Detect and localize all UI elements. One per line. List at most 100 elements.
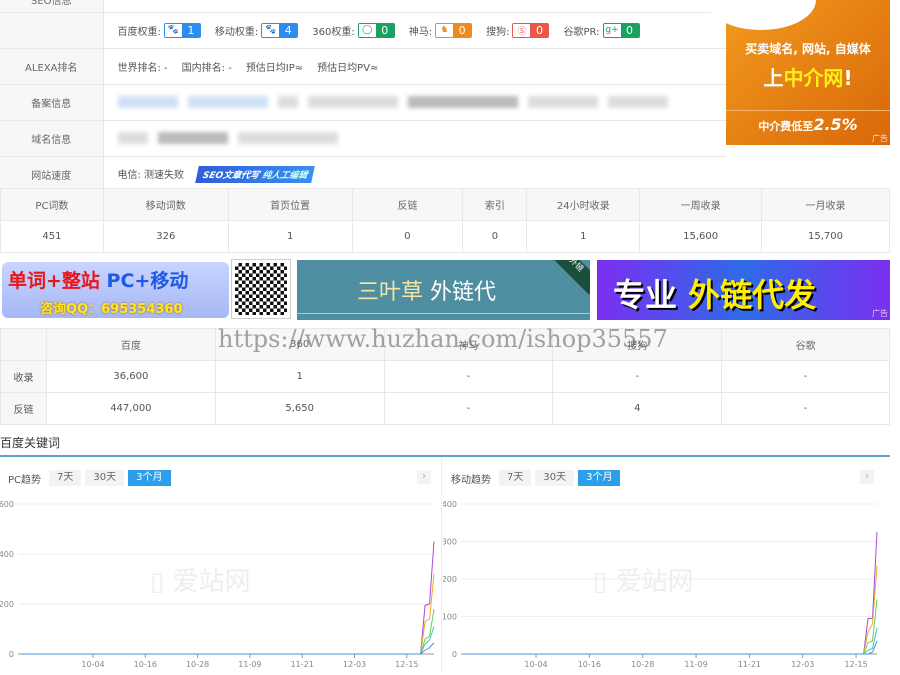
banner-clover-links[interactable]: 三叶草 外链代 外链: [297, 260, 590, 320]
tab-range[interactable]: 7天: [49, 470, 82, 486]
stats-value: 15,600: [639, 220, 763, 253]
x-tick-label: 11-21: [291, 660, 314, 669]
domain-label: 域名信息: [0, 120, 104, 157]
ad-text: SEO文章代写: [201, 170, 261, 181]
beian-label: 备案信息: [0, 84, 104, 121]
stats-value: 1: [227, 220, 353, 253]
tab-range[interactable]: 3个月: [578, 470, 621, 486]
x-tick-label: 12-03: [791, 660, 814, 669]
series-line: [465, 640, 878, 655]
x-tick-label: 11-09: [238, 660, 261, 669]
table-row: 反链 447,000 5,650-4-: [0, 392, 890, 425]
t: !: [843, 66, 853, 90]
banner-words-site[interactable]: 单词+整站 PC+移动 咨询QQ：695354360: [0, 260, 231, 320]
alexa-row: 世界排名: - 国内排名: - 预估日均IP≈ 预估日均PV≈: [103, 48, 726, 85]
x-tick-label: 12-03: [343, 660, 366, 669]
google-plus-icon: g+: [603, 23, 621, 37]
seo-writing-ad[interactable]: SEO文章代写 纯人工编辑: [195, 165, 316, 183]
right-ad-banner[interactable]: 买卖域名, 网站, 自媒体 上中介网! 中介费低至2.5% 广告: [706, 0, 890, 145]
weight-value: 0: [453, 23, 472, 37]
stats-value: 15,700: [761, 220, 890, 253]
tab-range[interactable]: 3个月: [128, 470, 171, 486]
360-icon: ◯: [358, 23, 376, 37]
tab-range[interactable]: 30天: [535, 470, 575, 486]
weight-label: 搜狗:: [486, 26, 510, 38]
sogou-icon: Ⓢ: [513, 23, 531, 37]
y-tick-label: 600: [0, 500, 14, 509]
y-tick-label: 300: [443, 538, 457, 547]
stats-header: 反链: [351, 188, 464, 221]
weight-item[interactable]: 360权重: ◯ 0: [312, 22, 395, 38]
weight-item[interactable]: 谷歌PR: g+ 0: [563, 22, 640, 38]
chevron-right-icon[interactable]: ›: [860, 470, 874, 484]
x-tick-label: 10-16: [578, 660, 601, 669]
y-tick-label: 400: [443, 500, 457, 509]
tab-range[interactable]: 30天: [85, 470, 125, 486]
b3-text: 专业 外链代发: [613, 270, 816, 316]
weight-label: 神马:: [408, 26, 433, 38]
stats-header: PC词数: [0, 188, 104, 221]
x-tick-label: 12-15: [395, 660, 418, 669]
x-tick-label: 11-21: [738, 660, 761, 669]
engine-cell: -: [721, 360, 890, 393]
engine-header: [0, 328, 47, 361]
weight-item[interactable]: 移动权重: 🐾 4: [215, 22, 299, 38]
chevron-right-icon[interactable]: ›: [417, 470, 431, 484]
speed-value: 电信: 测速失败: [117, 169, 185, 181]
b2-text: 三叶草 外链代: [357, 274, 496, 306]
x-tick-label: 10-04: [81, 660, 104, 669]
weight-value: 0: [375, 23, 394, 37]
engine-cell: 反链: [0, 392, 47, 425]
banner-pro-links[interactable]: 专业 外链代发 广告: [597, 260, 890, 320]
x-tick-label: 12-15: [844, 660, 867, 669]
engine-cell: 4: [552, 392, 723, 425]
t: 外链代: [430, 280, 497, 305]
t: 上: [763, 66, 784, 90]
trend-chart: ▯ 爱站网 0 200 400 600 10-04 10-16 10-28 11-09 11-21…: [0, 500, 435, 669]
engine-cell: -: [721, 392, 890, 425]
domain-blurred: [103, 120, 726, 157]
x-tick-label: 11-09: [684, 660, 707, 669]
weight-value: 0: [620, 23, 639, 37]
t: PC+移动: [106, 270, 189, 292]
engine-table: 百度 360 神马 搜狗 谷歌 收录 36,600 1- - - 反链 447,000 5,650-4-: [0, 328, 890, 425]
x-tick-label: 10-28: [631, 660, 654, 669]
ad-tag: 广告: [872, 134, 888, 143]
qr-code: [231, 259, 291, 319]
speed-label: 网站速度: [0, 156, 104, 193]
chart-title: 移动趋势: [451, 474, 491, 486]
engine-header: 百度: [45, 328, 216, 361]
weight-value: 1: [181, 23, 200, 37]
series-line: [22, 642, 435, 655]
weight-label: 百度权重:: [117, 26, 161, 38]
stats-value: 0: [462, 220, 528, 253]
b1-line1: 单词+整站 PC+移动: [8, 266, 188, 293]
t: 2.5%: [813, 115, 858, 134]
stats-header: 索引: [462, 188, 528, 221]
section-title: 百度关键词: [0, 436, 61, 450]
stats-value: 1: [526, 220, 641, 253]
chart-tabs: 移动趋势 7天 30天 3个月: [451, 470, 621, 486]
stats-value: 326: [102, 220, 229, 253]
t: 专业: [613, 276, 678, 314]
weights-row: 百度权重: 🐾 1 移动权重: 🐾 4 360权重: ◯ 0 神马: ♞ 0 搜狗: Ⓢ 0 谷歌PR: g+ 0: [103, 12, 726, 49]
weight-item[interactable]: 神马: ♞ 0: [408, 22, 473, 38]
weight-item[interactable]: 搜狗: Ⓢ 0: [486, 22, 550, 38]
y-tick-label: 200: [0, 600, 14, 609]
est-pv: 预估日均PV≈: [317, 62, 379, 74]
weight-label: 360权重:: [312, 26, 355, 38]
engine-cell: 447,000: [45, 392, 216, 425]
chart-title: PC趋势: [8, 474, 42, 486]
b2-corner: 外链: [546, 260, 590, 295]
engine-cell: 5,650: [214, 392, 385, 425]
chart-watermark: ▯ 爱站网: [593, 567, 694, 597]
y-tick-label: 200: [443, 575, 457, 584]
engine-header: 搜狗: [552, 328, 723, 361]
weight-item[interactable]: 百度权重: 🐾 1: [117, 22, 201, 38]
y-tick-label: 100: [443, 613, 457, 622]
tab-range[interactable]: 7天: [499, 470, 532, 486]
y-tick-label: 400: [0, 550, 14, 559]
engine-cell: 1: [214, 360, 385, 393]
t: 中介费低至: [758, 120, 814, 133]
t: 三叶草: [357, 280, 424, 305]
